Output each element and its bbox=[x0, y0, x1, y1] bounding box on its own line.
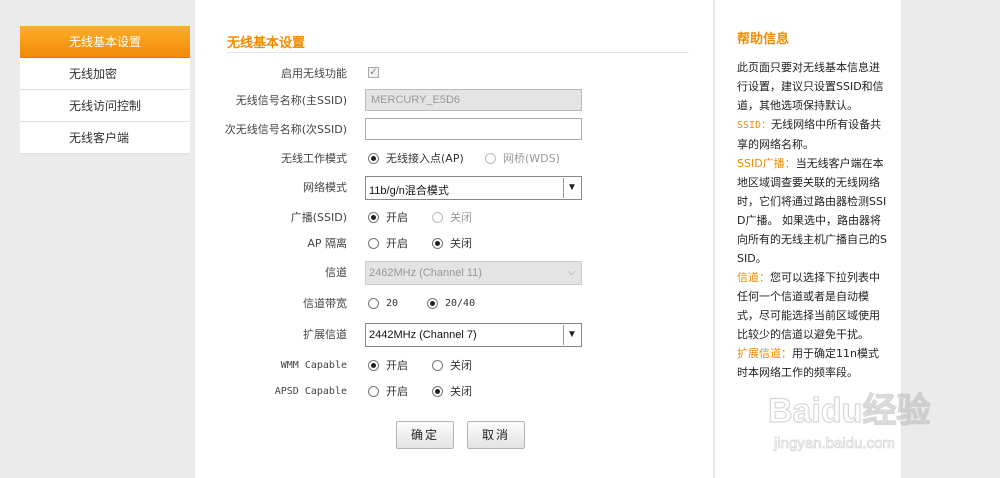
chevron-down-icon: ▼ bbox=[563, 325, 580, 345]
sidebar-item-wireless-security[interactable]: 无线加密 bbox=[20, 58, 190, 90]
radio-icon bbox=[368, 238, 379, 249]
wmm-label: WMM Capable bbox=[280, 360, 347, 371]
wmm-on-text: 开启 bbox=[386, 359, 408, 372]
help-ssid-key: SSID： bbox=[737, 120, 772, 131]
work-mode-label: 无线工作模式 bbox=[281, 152, 347, 165]
ap-isolation-off-text: 关闭 bbox=[450, 237, 472, 250]
broadcast-off-text: 关闭 bbox=[450, 211, 472, 224]
row-network-mode: 网络模式 11b/g/n混合模式 ▼ bbox=[195, 176, 713, 200]
radio-icon bbox=[368, 212, 379, 223]
help-broadcast-text: 当无线客户端在本地区域调查要关联的无线网络时，它们将通过路由器检测SSID广播。… bbox=[737, 157, 887, 265]
row-broadcast: 广播(SSID) 开启 关闭 bbox=[195, 206, 713, 230]
row-apsd: APSD Capable 开启 关闭 bbox=[195, 380, 713, 404]
apsd-label: APSD Capable bbox=[274, 386, 347, 397]
help-panel: 帮助信息 此页面只要对无线基本信息进行设置，建议只设置SSID和信道，其他选项保… bbox=[714, 0, 902, 478]
row-wmm: WMM Capable 开启 关闭 bbox=[195, 354, 713, 378]
channel-select[interactable]: 2462MHz (Channel 11) ⌵ bbox=[365, 261, 582, 285]
radio-icon bbox=[368, 153, 379, 164]
broadcast-on-text: 开启 bbox=[386, 211, 408, 224]
network-mode-select[interactable]: 11b/g/n混合模式 ▼ bbox=[365, 176, 582, 200]
sidebar-item-wireless-access-control[interactable]: 无线访问控制 bbox=[20, 90, 190, 122]
row-bandwidth: 信道带宽 20 20/40 bbox=[195, 292, 713, 316]
bandwidth-20-text: 20 bbox=[386, 298, 399, 309]
radio-icon bbox=[432, 360, 443, 371]
enable-wireless-checkbox[interactable]: ✓ bbox=[368, 67, 379, 78]
help-title: 帮助信息 bbox=[737, 32, 790, 47]
broadcast-label: 广播(SSID) bbox=[290, 211, 347, 224]
help-body: 此页面只要对无线基本信息进行设置，建议只设置SSID和信道，其他选项保持默认。 … bbox=[737, 58, 887, 382]
apsd-off-text: 关闭 bbox=[450, 385, 472, 398]
channel-label: 信道 bbox=[325, 266, 347, 279]
help-intro: 此页面只要对无线基本信息进行设置，建议只设置SSID和信道，其他选项保持默认。 bbox=[737, 61, 884, 112]
radio-icon bbox=[368, 386, 379, 397]
row-ssid-secondary: 次无线信号名称(次SSID) bbox=[195, 118, 713, 142]
sidebar: 无线基本设置 无线加密 无线访问控制 无线客户端 bbox=[20, 26, 190, 154]
radio-icon bbox=[427, 298, 438, 309]
ap-isolation-label: AP 隔离 bbox=[307, 237, 347, 250]
channel-value: 2462MHz (Channel 11) bbox=[369, 267, 482, 279]
wmm-off-text: 关闭 bbox=[450, 359, 472, 372]
radio-icon bbox=[485, 153, 496, 164]
ok-button[interactable]: 确定 bbox=[396, 421, 454, 449]
title-divider bbox=[227, 52, 689, 53]
settings-panel: 无线基本设置 启用无线功能 ✓ 无线信号名称(主SSID) MERCURY_E5… bbox=[195, 0, 713, 478]
network-mode-value: 11b/g/n混合模式 bbox=[369, 185, 449, 197]
ssid-primary-input[interactable]: MERCURY_E5D6 bbox=[365, 89, 582, 111]
help-broadcast-key: SSID广播： bbox=[737, 157, 796, 170]
work-mode-wds-text: 网桥(WDS) bbox=[503, 152, 560, 165]
cancel-button[interactable]: 取消 bbox=[467, 421, 525, 449]
ext-channel-value: 2442MHz (Channel 7) bbox=[369, 329, 477, 341]
ext-channel-label: 扩展信道 bbox=[303, 328, 347, 341]
chevron-down-icon: ⌵ bbox=[567, 267, 576, 278]
bandwidth-2040-text: 20/40 bbox=[445, 298, 476, 309]
radio-icon bbox=[432, 212, 443, 223]
radio-icon bbox=[432, 386, 443, 397]
work-mode-ap-text: 无线接入点(AP) bbox=[386, 152, 464, 165]
network-mode-label: 网络模式 bbox=[303, 181, 347, 194]
ssid-primary-label: 无线信号名称(主SSID) bbox=[235, 94, 347, 107]
radio-icon bbox=[368, 298, 379, 309]
help-channel-key: 信道： bbox=[737, 271, 770, 284]
bandwidth-label: 信道带宽 bbox=[303, 297, 347, 310]
ssid-secondary-label: 次无线信号名称(次SSID) bbox=[224, 123, 347, 136]
row-work-mode: 无线工作模式 无线接入点(AP) 网桥(WDS) bbox=[195, 147, 713, 171]
row-ext-channel: 扩展信道 2442MHz (Channel 7) ▼ bbox=[195, 323, 713, 347]
row-ap-isolation: AP 隔离 开启 关闭 bbox=[195, 232, 713, 256]
radio-icon bbox=[368, 360, 379, 371]
sidebar-item-wireless-basic[interactable]: 无线基本设置 bbox=[20, 26, 190, 58]
ext-channel-select[interactable]: 2442MHz (Channel 7) ▼ bbox=[365, 323, 582, 347]
apsd-on-text: 开启 bbox=[386, 385, 408, 398]
ssid-secondary-input[interactable] bbox=[365, 118, 582, 140]
chevron-down-icon: ▼ bbox=[563, 178, 580, 198]
help-ext-key: 扩展信道： bbox=[737, 347, 792, 360]
radio-icon bbox=[432, 238, 443, 249]
ap-isolation-on-text: 开启 bbox=[386, 237, 408, 250]
row-channel: 信道 2462MHz (Channel 11) ⌵ bbox=[195, 261, 713, 285]
row-enable-wireless: 启用无线功能 ✓ bbox=[195, 62, 713, 86]
row-ssid-primary: 无线信号名称(主SSID) MERCURY_E5D6 bbox=[195, 89, 713, 113]
page-title: 无线基本设置 bbox=[227, 36, 306, 51]
enable-wireless-label: 启用无线功能 bbox=[281, 67, 347, 80]
sidebar-item-wireless-clients[interactable]: 无线客户端 bbox=[20, 122, 190, 154]
